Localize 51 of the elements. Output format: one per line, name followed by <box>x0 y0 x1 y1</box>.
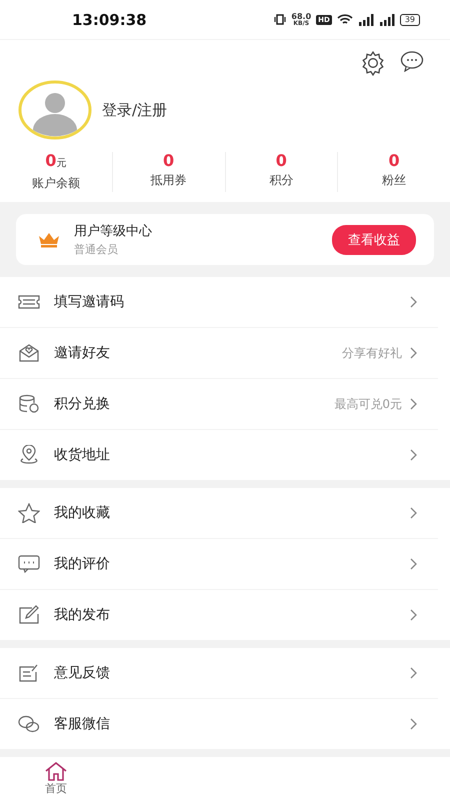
menu-item[interactable]: 客服微信 <box>0 699 438 749</box>
menu-item[interactable]: 收货地址 <box>0 430 438 480</box>
chevron-icon <box>410 398 418 410</box>
settings-icon[interactable] <box>360 50 386 76</box>
row-hint: 最高可兑0元 <box>334 396 402 412</box>
envelope-icon <box>18 343 40 363</box>
chevron-icon <box>410 667 418 679</box>
status-time: 13:09:38 <box>72 10 147 28</box>
wifi-icon <box>336 14 353 26</box>
row-hint: 分享有好礼 <box>342 344 402 362</box>
stat-value: 0 <box>163 152 174 170</box>
note-icon <box>18 663 40 683</box>
battery-level: 39 <box>400 14 420 26</box>
chevron-icon <box>410 449 418 461</box>
view-earnings-button[interactable]: 查看收益 <box>332 224 416 254</box>
stat-value: 0 <box>276 152 287 170</box>
menu-item[interactable]: 我的评价 <box>0 539 438 590</box>
stat-value: 0元 <box>45 152 66 172</box>
bubbles-icon <box>18 714 40 734</box>
chevron-icon <box>410 609 418 621</box>
chevron-icon <box>410 296 418 308</box>
menu-item[interactable]: 填写邀请码 <box>0 277 438 328</box>
chevron-icon <box>410 718 418 730</box>
signal-icon <box>378 14 395 26</box>
coins-icon <box>18 394 40 414</box>
message-icon[interactable] <box>400 50 424 72</box>
signal-icon <box>358 14 374 26</box>
menu-item[interactable]: 意见反馈 <box>0 648 438 699</box>
menu-item[interactable]: 我的发布 <box>0 590 438 640</box>
stat-label[interactable]: 账户余额 <box>32 175 80 192</box>
vibrate-icon <box>274 14 286 25</box>
menu-item[interactable]: 我的收藏 <box>0 488 438 539</box>
chevron-icon <box>410 347 418 359</box>
level-subtitle: 普通会员 <box>74 242 119 257</box>
crown-icon <box>38 232 60 248</box>
menu-item[interactable]: 邀请好友 分享有好礼 <box>0 328 438 379</box>
home-icon <box>44 761 68 781</box>
stat-label[interactable]: 抵用券 <box>150 172 187 189</box>
chat-icon <box>18 554 40 574</box>
login-link[interactable]: 登录/注册 <box>102 100 168 120</box>
level-title: 用户等级中心 <box>74 223 153 240</box>
stat-label[interactable]: 粉丝 <box>382 172 406 189</box>
edit-icon <box>18 605 40 625</box>
menu-item[interactable]: 积分兑换 最高可兑0元 <box>0 379 438 430</box>
chevron-icon <box>410 558 418 570</box>
star-icon <box>18 503 40 523</box>
tab[interactable]: 首页 <box>18 757 94 800</box>
pin-icon <box>18 445 40 465</box>
chevron-icon <box>410 507 418 519</box>
stat-label[interactable]: 积分 <box>269 172 294 189</box>
stat-value: 0 <box>388 152 400 170</box>
